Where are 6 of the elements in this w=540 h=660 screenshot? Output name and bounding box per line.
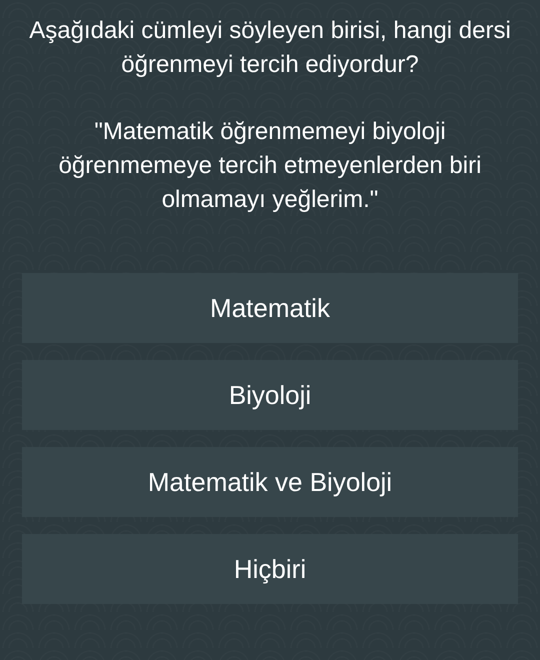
answer-button[interactable]: Biyoloji [22,360,518,430]
answer-button[interactable]: Matematik [22,273,518,343]
question-text: Aşağıdaki cümleyi söyleyen birisi, hangi dersi öğrenmeyi tercih ediyordur? [28,16,512,80]
answer-button[interactable]: Matematik ve Biyoloji [22,447,518,517]
quote-text: "Matematik öğrenmemeyi biyoloji öğrenmemeye tercih etmeyenlerden biri olmamayı yeğlerim." [58,117,482,215]
answer-button[interactable]: Hiçbiri [22,534,518,604]
